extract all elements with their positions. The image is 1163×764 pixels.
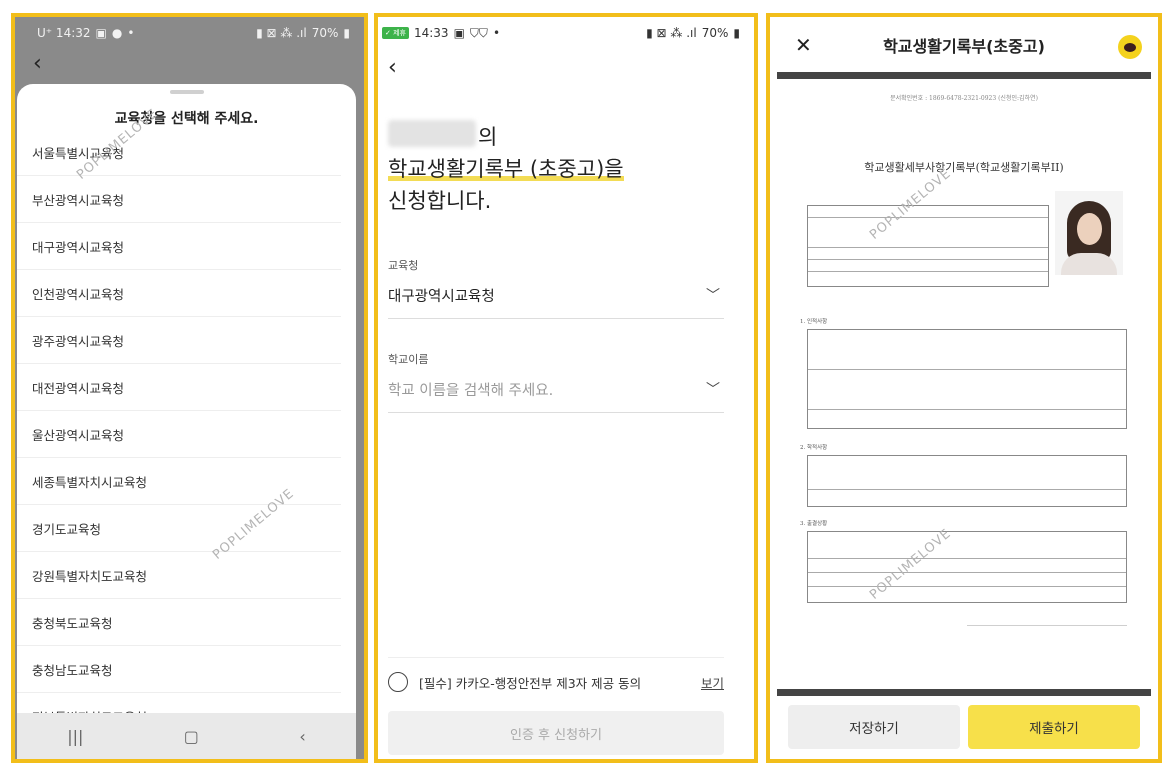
document-preview-screen: ✕ 학교생활기록부(초중고) 문서확인번호 : 1869-6478-2321-0… [766, 13, 1162, 763]
doc-title: 학교생활세부사항기록부(학교생활기록부II) [864, 161, 1064, 174]
signal-icon: ▮ ⊠ ⁂ .ıl [646, 26, 697, 40]
consent-text: [필수] 카카오-행정안전부 제3자 제공 동의 [419, 675, 642, 691]
status-bar: U⁺ 14:32 ▣ ● • ▮ ⊠ ⁂ .ıl 70% ▮ [15, 17, 364, 49]
battery-icon: ▮ [343, 26, 350, 40]
list-item[interactable]: 광주광역시교육청 [17, 317, 341, 364]
consent-row[interactable]: [필수] 카카오-행정안전부 제3자 제공 동의 보기 [388, 672, 724, 692]
document-bottom-border [777, 689, 1151, 696]
field-label: 학교이름 [388, 353, 429, 366]
document-top-border [777, 72, 1151, 79]
list-item[interactable]: 충청북도교육청 [17, 599, 341, 646]
document-preview: 문서확인번호 : 1869-6478-2321-0923 (신청인:김하연) 학… [777, 79, 1151, 689]
save-button[interactable]: 저장하기 [788, 705, 960, 749]
status-time: 14:33 [413, 26, 449, 40]
divider [388, 657, 724, 658]
application-form-screen: ✓ 제휴 14:33 ▣ ⛉⛉ • ▮ ⊠ ⁂ .ıl 70% ▮ ‹ 의 학교생활기록부 … [374, 13, 758, 763]
action-buttons: 저장하기 제출하기 [788, 705, 1140, 749]
top-bar: ✕ 학교생활기록부(초중고) [770, 17, 1158, 72]
doc-number: 문서확인번호 : 1869-6478-2321-0923 (신청인:김하연) [890, 95, 1038, 102]
heading-line-3: 신청합니다. [388, 189, 492, 213]
sheet-title: 교육청을 선택해 주세요. [114, 111, 259, 127]
view-link[interactable]: 보기 [701, 673, 724, 692]
home-icon[interactable]: ▢ [184, 727, 199, 746]
education-office-select[interactable]: 대구광역시교육청 ﹀ [388, 285, 724, 319]
section-heading: 1. 인적사항 [800, 319, 828, 325]
list-item[interactable]: 세종특별자치시교육청 [17, 458, 341, 505]
dot-icon: • [127, 26, 135, 40]
placeholder-text: 학교 이름을 검색해 주세요. [388, 383, 554, 399]
list-item[interactable]: 강원특별자치도교육청 [17, 552, 341, 599]
heading-line-2: 학교생활기록부 (초중고)을 [388, 157, 624, 181]
sheet-handle[interactable] [169, 90, 204, 94]
kakaotalk-icon[interactable] [1118, 35, 1142, 59]
verify-and-apply-button[interactable]: 인증 후 신청하기 [388, 711, 724, 755]
student-photo [1055, 191, 1123, 275]
gallery-icon: ▣ [95, 26, 107, 40]
gallery-icon: ▣ [453, 26, 465, 40]
field-label: 교육청 [388, 259, 419, 272]
battery-level: 70% [701, 26, 729, 40]
education-office-list: 서울특별시교육청 부산광역시교육청 대구광역시교육청 인천광역시교육청 광주광역… [17, 129, 356, 740]
personal-info-table [807, 329, 1127, 429]
shield-icon: ⛉⛉ [469, 25, 488, 40]
submit-button[interactable]: 제출하기 [968, 705, 1140, 749]
recents-icon[interactable]: ||| [67, 727, 83, 746]
list-item[interactable]: 대구광역시교육청 [17, 223, 341, 270]
selected-value: 대구광역시교육청 [388, 289, 495, 305]
list-item[interactable]: 대전광역시교육청 [17, 364, 341, 411]
bottom-sheet: 교육청을 선택해 주세요. 서울특별시교육청 부산광역시교육청 대구광역시교육청… [17, 84, 356, 759]
page-title: 학교생활기록부(초중고) [883, 36, 1045, 56]
footer-line [967, 625, 1127, 626]
back-icon[interactable]: ‹ [299, 727, 305, 746]
heading-suffix: 의 [478, 125, 498, 149]
academic-table [807, 455, 1127, 507]
dot-icon: • [492, 26, 501, 40]
chat-icon: ● [111, 26, 123, 40]
section-heading: 2. 학적사항 [800, 445, 828, 451]
education-office-select-screen: U⁺ 14:32 ▣ ● • ▮ ⊠ ⁂ .ıl 70% ▮ ‹ 교육청을 선택해 주세요… [11, 13, 368, 763]
list-item[interactable]: 인천광역시교육청 [17, 270, 341, 317]
list-item[interactable]: 부산광역시교육청 [17, 176, 341, 223]
school-name-field[interactable]: 학교이름 학교 이름을 검색해 주세요. ﹀ [388, 351, 724, 413]
attendance-table [807, 531, 1127, 603]
signal-icon: ▮ ⊠ ⁂ .ıl [256, 26, 307, 40]
close-icon[interactable]: ✕ [795, 33, 812, 57]
list-item[interactable]: 경기도교육청 [17, 505, 341, 552]
school-search-input[interactable]: 학교 이름을 검색해 주세요. ﹀ [388, 379, 724, 413]
chevron-down-icon: ﹀ [706, 288, 720, 304]
battery-icon: ▮ [733, 26, 740, 40]
partner-badge: ✓ 제휴 [382, 27, 409, 39]
chevron-down-icon: ﹀ [706, 382, 720, 398]
class-table [807, 205, 1049, 287]
android-nav-bar: ||| ▢ ‹ [17, 713, 356, 759]
back-arrow-icon[interactable]: ‹ [33, 51, 42, 76]
status-bar: ✓ 제휴 14:33 ▣ ⛉⛉ • ▮ ⊠ ⁂ .ıl 70% ▮ [378, 17, 754, 49]
status-time: U⁺ 14:32 [37, 26, 91, 40]
consent-checkbox[interactable] [388, 672, 408, 692]
education-office-field[interactable]: 교육청 대구광역시교육청 ﹀ [388, 257, 724, 319]
section-heading: 3. 출결상황 [800, 521, 828, 527]
list-item[interactable]: 울산광역시교육청 [17, 411, 341, 458]
page-heading: 의 학교생활기록부 (초중고)을 신청합니다. [388, 121, 624, 217]
list-item[interactable]: 서울특별시교육청 [17, 129, 341, 176]
battery-level: 70% [311, 26, 339, 40]
list-item[interactable]: 충청남도교육청 [17, 646, 341, 693]
back-arrow-icon[interactable]: ‹ [388, 55, 397, 80]
